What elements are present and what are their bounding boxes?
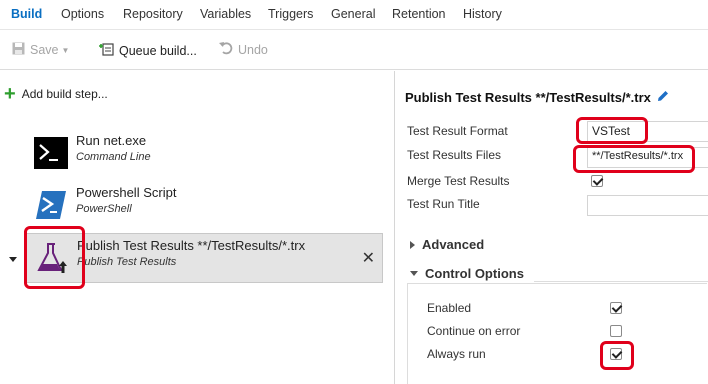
chevron-down-icon[interactable]: ▼	[62, 46, 70, 55]
continue-on-error-checkbox[interactable]	[610, 325, 622, 337]
caret-down-icon[interactable]	[9, 257, 17, 262]
tab-options[interactable]: Options	[61, 7, 104, 21]
test-result-format-label: Test Result Format	[407, 124, 508, 138]
save-icon	[12, 42, 25, 58]
build-step-run-net[interactable]: Run net.exe Command Line	[26, 129, 383, 179]
tab-history[interactable]: History	[463, 7, 502, 21]
merge-test-results-checkbox[interactable]	[591, 175, 603, 187]
test-results-files-label: Test Results Files	[407, 148, 502, 162]
flask-upload-icon	[35, 242, 69, 274]
advanced-label: Advanced	[422, 237, 485, 252]
plus-icon: +	[4, 83, 16, 105]
toolbar: Save ▼ Queue build... Undo	[0, 30, 708, 70]
tab-variables[interactable]: Variables	[200, 7, 251, 21]
save-button[interactable]: Save ▼	[12, 42, 69, 58]
task-title-text: Publish Test Results **/TestResults/*.tr…	[405, 90, 651, 105]
step-subtitle: Command Line	[76, 151, 151, 163]
tab-repository[interactable]: Repository	[123, 7, 183, 21]
add-build-step-label: Add build step...	[21, 87, 108, 101]
chevron-right-icon	[410, 240, 415, 249]
enabled-label: Enabled	[427, 301, 472, 315]
task-details-panel: Publish Test Results **/TestResults/*.tr…	[396, 71, 708, 384]
merge-test-results-label: Merge Test Results	[407, 174, 510, 188]
queue-build-label: Queue build...	[119, 43, 197, 58]
task-title: Publish Test Results **/TestResults/*.tr…	[405, 90, 669, 105]
always-run-label: Always run	[427, 347, 486, 361]
undo-button[interactable]: Undo	[219, 42, 268, 58]
step-title: Publish Test Results **/TestResults/*.tr…	[77, 238, 306, 253]
build-steps-panel: + Add build step... Run net.exe Command …	[0, 71, 395, 384]
section-divider	[534, 281, 708, 282]
step-subtitle: Publish Test Results	[77, 256, 177, 268]
tab-bar: Build Options Repository Variables Trigg…	[0, 0, 708, 30]
add-build-step-button[interactable]: + Add build step...	[4, 83, 108, 105]
enabled-checkbox[interactable]	[610, 302, 622, 314]
undo-label: Undo	[238, 43, 268, 57]
tab-retention[interactable]: Retention	[392, 7, 446, 21]
always-run-checkbox[interactable]	[610, 348, 622, 360]
step-subtitle: PowerShell	[76, 203, 132, 215]
powershell-icon	[34, 189, 68, 221]
undo-icon	[219, 42, 233, 58]
save-label: Save	[30, 43, 59, 57]
build-step-powershell[interactable]: Powershell Script PowerShell	[26, 181, 383, 231]
advanced-section-toggle[interactable]: Advanced	[410, 237, 484, 252]
chevron-down-icon	[410, 271, 418, 276]
test-run-title-label: Test Run Title	[407, 197, 480, 211]
tab-general[interactable]: General	[331, 7, 375, 21]
tab-build[interactable]: Build	[11, 7, 42, 21]
test-run-title-input[interactable]	[587, 195, 708, 216]
tab-triggers[interactable]: Triggers	[268, 7, 313, 21]
step-title: Powershell Script	[76, 185, 177, 200]
control-options-label: Control Options	[425, 266, 524, 281]
build-step-publish-test-results[interactable]: Publish Test Results **/TestResults/*.tr…	[26, 233, 383, 283]
queue-build-icon	[99, 42, 114, 59]
control-options-section-toggle[interactable]: Control Options	[410, 266, 524, 281]
step-title: Run net.exe	[76, 133, 147, 148]
test-result-format-input[interactable]: VSTest	[587, 121, 708, 142]
command-line-icon	[34, 137, 68, 169]
pencil-icon[interactable]	[657, 90, 669, 105]
close-icon[interactable]: ✕	[362, 248, 375, 268]
test-results-files-input[interactable]: **/TestResults/*.trx	[587, 147, 708, 168]
queue-build-button[interactable]: Queue build...	[99, 42, 197, 59]
continue-on-error-label: Continue on error	[427, 324, 521, 338]
